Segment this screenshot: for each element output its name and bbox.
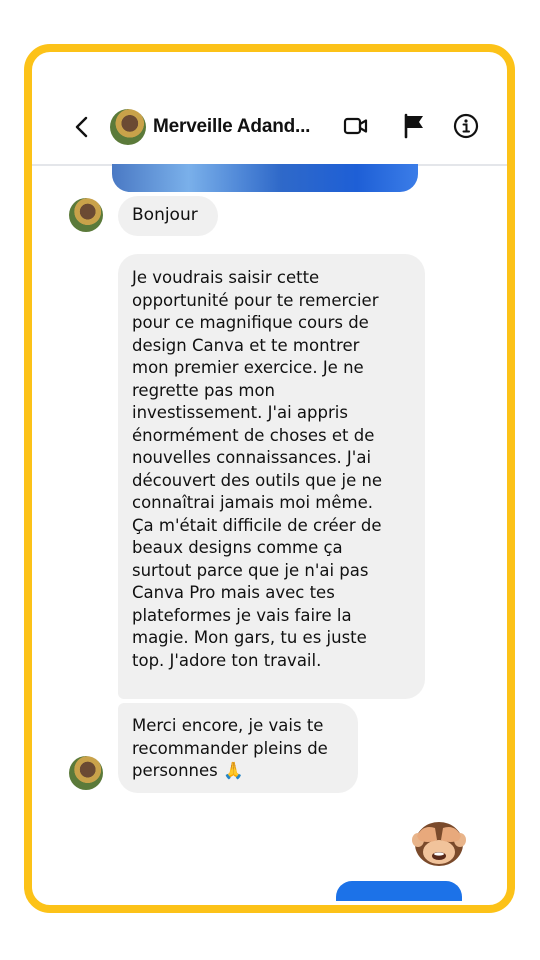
chat-header: Merveille Adand...	[32, 96, 507, 158]
message-bubble-recommend[interactable]: Merci encore, je vais te recommander ple…	[118, 703, 358, 793]
message-bubble-thanks[interactable]: Je voudrais saisir cette opportunité pou…	[118, 254, 425, 699]
info-icon[interactable]	[452, 112, 480, 140]
contact-avatar[interactable]	[110, 109, 146, 145]
message-bubble-greeting[interactable]: Bonjour	[118, 196, 218, 236]
image-message-preview[interactable]	[112, 164, 418, 192]
contact-name[interactable]: Merveille Adand...	[153, 116, 310, 138]
sender-avatar[interactable]	[69, 198, 103, 232]
see-no-evil-monkey-emoji[interactable]	[409, 810, 469, 870]
sender-avatar[interactable]	[69, 756, 103, 790]
flag-icon[interactable]	[400, 112, 428, 140]
back-chevron-icon[interactable]	[72, 116, 92, 138]
sent-message-bubble[interactable]	[336, 881, 462, 901]
video-camera-icon[interactable]	[342, 112, 370, 140]
phone-frame: Merveille Adand... Bonjour Je voudrais s…	[24, 44, 515, 913]
